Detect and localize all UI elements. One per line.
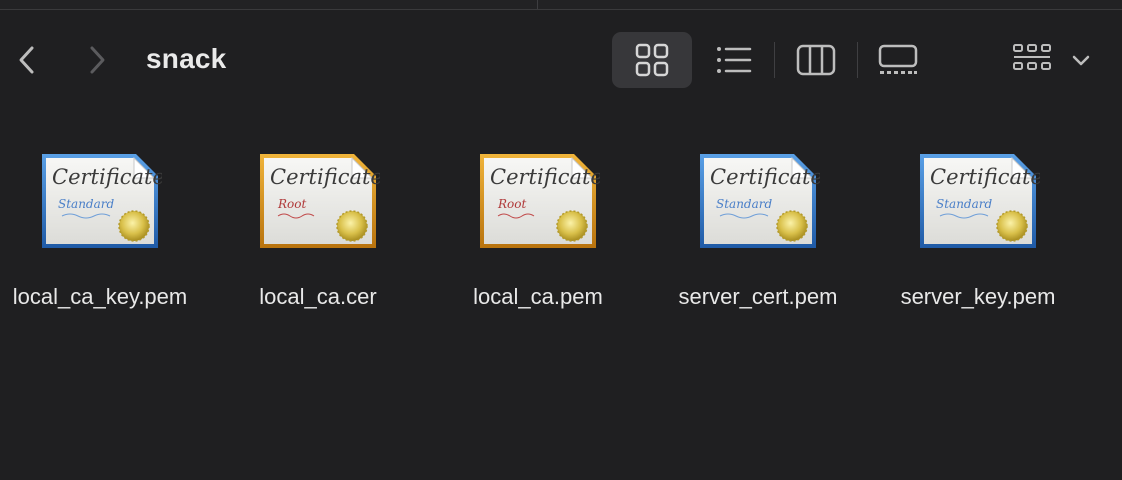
svg-text:Certificate: Certificate [52, 165, 162, 189]
certificate-standard-icon: Certificate Standard [700, 154, 820, 248]
top-divider [0, 0, 538, 9]
svg-text:Standard: Standard [936, 197, 992, 211]
file-name: local_ca_key.pem [12, 284, 188, 309]
file-name: local_ca.pem [473, 284, 603, 309]
certificate-standard-icon: Certificate Standard [920, 154, 1040, 248]
view-list-button[interactable] [700, 32, 768, 88]
window-top-strip [0, 0, 1122, 10]
certificate-root-icon: Certificate Root [260, 154, 380, 248]
file-grid: Certificate Standard local_ca_key.pem Ce… [0, 150, 1122, 330]
svg-text:Root: Root [277, 197, 306, 211]
toolbar-separator [857, 42, 858, 78]
chevron-left-icon [19, 46, 34, 74]
columns-icon [796, 44, 836, 76]
view-icons-button[interactable] [612, 32, 692, 88]
toolbar: snack [0, 10, 1122, 110]
certificate-root-icon: Certificate Root [480, 154, 600, 248]
file-item[interactable]: Certificate Standard local_ca_key.pem [0, 150, 210, 320]
toolbar-separator [774, 42, 775, 78]
file-item[interactable]: Certificate Standard server_key.pem [868, 150, 1088, 320]
back-button[interactable] [12, 45, 42, 75]
file-item[interactable]: Certificate Root local_ca.pem [428, 150, 648, 320]
file-item[interactable]: Certificate Root local_ca.cer [208, 150, 428, 320]
file-name: server_key.pem [900, 284, 1056, 309]
chevron-down-icon [1072, 55, 1090, 66]
file-item[interactable]: Certificate Standard server_cert.pem [648, 150, 868, 320]
view-columns-button[interactable] [782, 32, 850, 88]
window-title: snack [146, 43, 227, 74]
file-name: local_ca.cer [259, 284, 377, 309]
grid-icon [635, 43, 669, 77]
svg-text:Standard: Standard [58, 197, 114, 211]
svg-text:Certificate: Certificate [930, 165, 1040, 189]
group-grid-icon [1013, 44, 1051, 70]
svg-text:Root: Root [497, 197, 526, 211]
file-name: server_cert.pem [678, 284, 838, 309]
gallery-icon [878, 44, 918, 74]
view-gallery-button[interactable] [864, 32, 932, 88]
svg-text:Certificate: Certificate [490, 165, 600, 189]
certificate-standard-icon: Certificate Standard [42, 154, 162, 248]
svg-text:Certificate: Certificate [270, 165, 380, 189]
list-icon [717, 47, 752, 73]
svg-text:Standard: Standard [716, 197, 772, 211]
svg-text:Certificate: Certificate [710, 165, 820, 189]
group-by-button[interactable] [1012, 32, 1112, 88]
chevron-right-icon [90, 46, 105, 74]
forward-button[interactable] [82, 45, 112, 75]
